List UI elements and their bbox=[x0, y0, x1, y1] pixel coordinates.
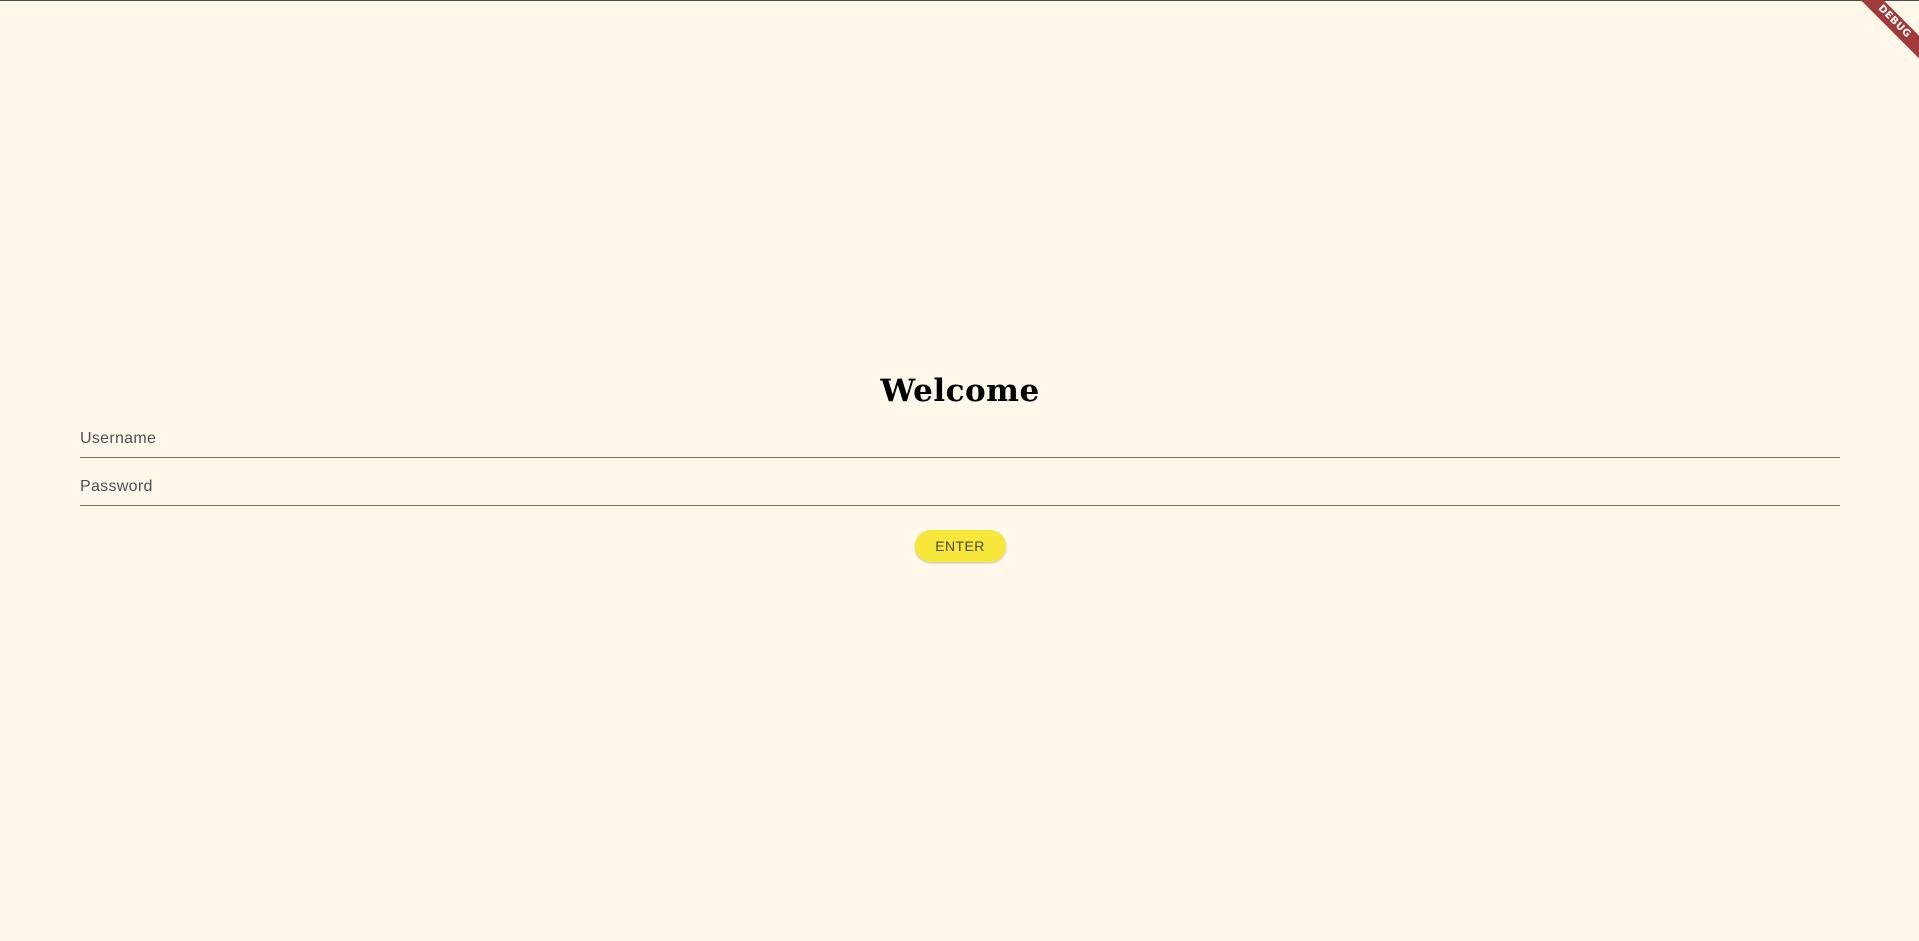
password-input[interactable] bbox=[80, 460, 1840, 505]
debug-banner-label: DEBUG bbox=[1849, 0, 1919, 67]
debug-banner: DEBUG bbox=[1849, 0, 1919, 70]
username-input[interactable] bbox=[80, 412, 1840, 457]
button-row: ENTER bbox=[80, 530, 1840, 562]
top-border bbox=[0, 0, 1919, 1]
welcome-title: Welcome bbox=[880, 373, 1040, 409]
enter-button[interactable]: ENTER bbox=[914, 530, 1006, 562]
username-field-container bbox=[80, 412, 1840, 458]
password-field-container bbox=[80, 460, 1840, 506]
login-form: Welcome ENTER bbox=[80, 370, 1840, 562]
